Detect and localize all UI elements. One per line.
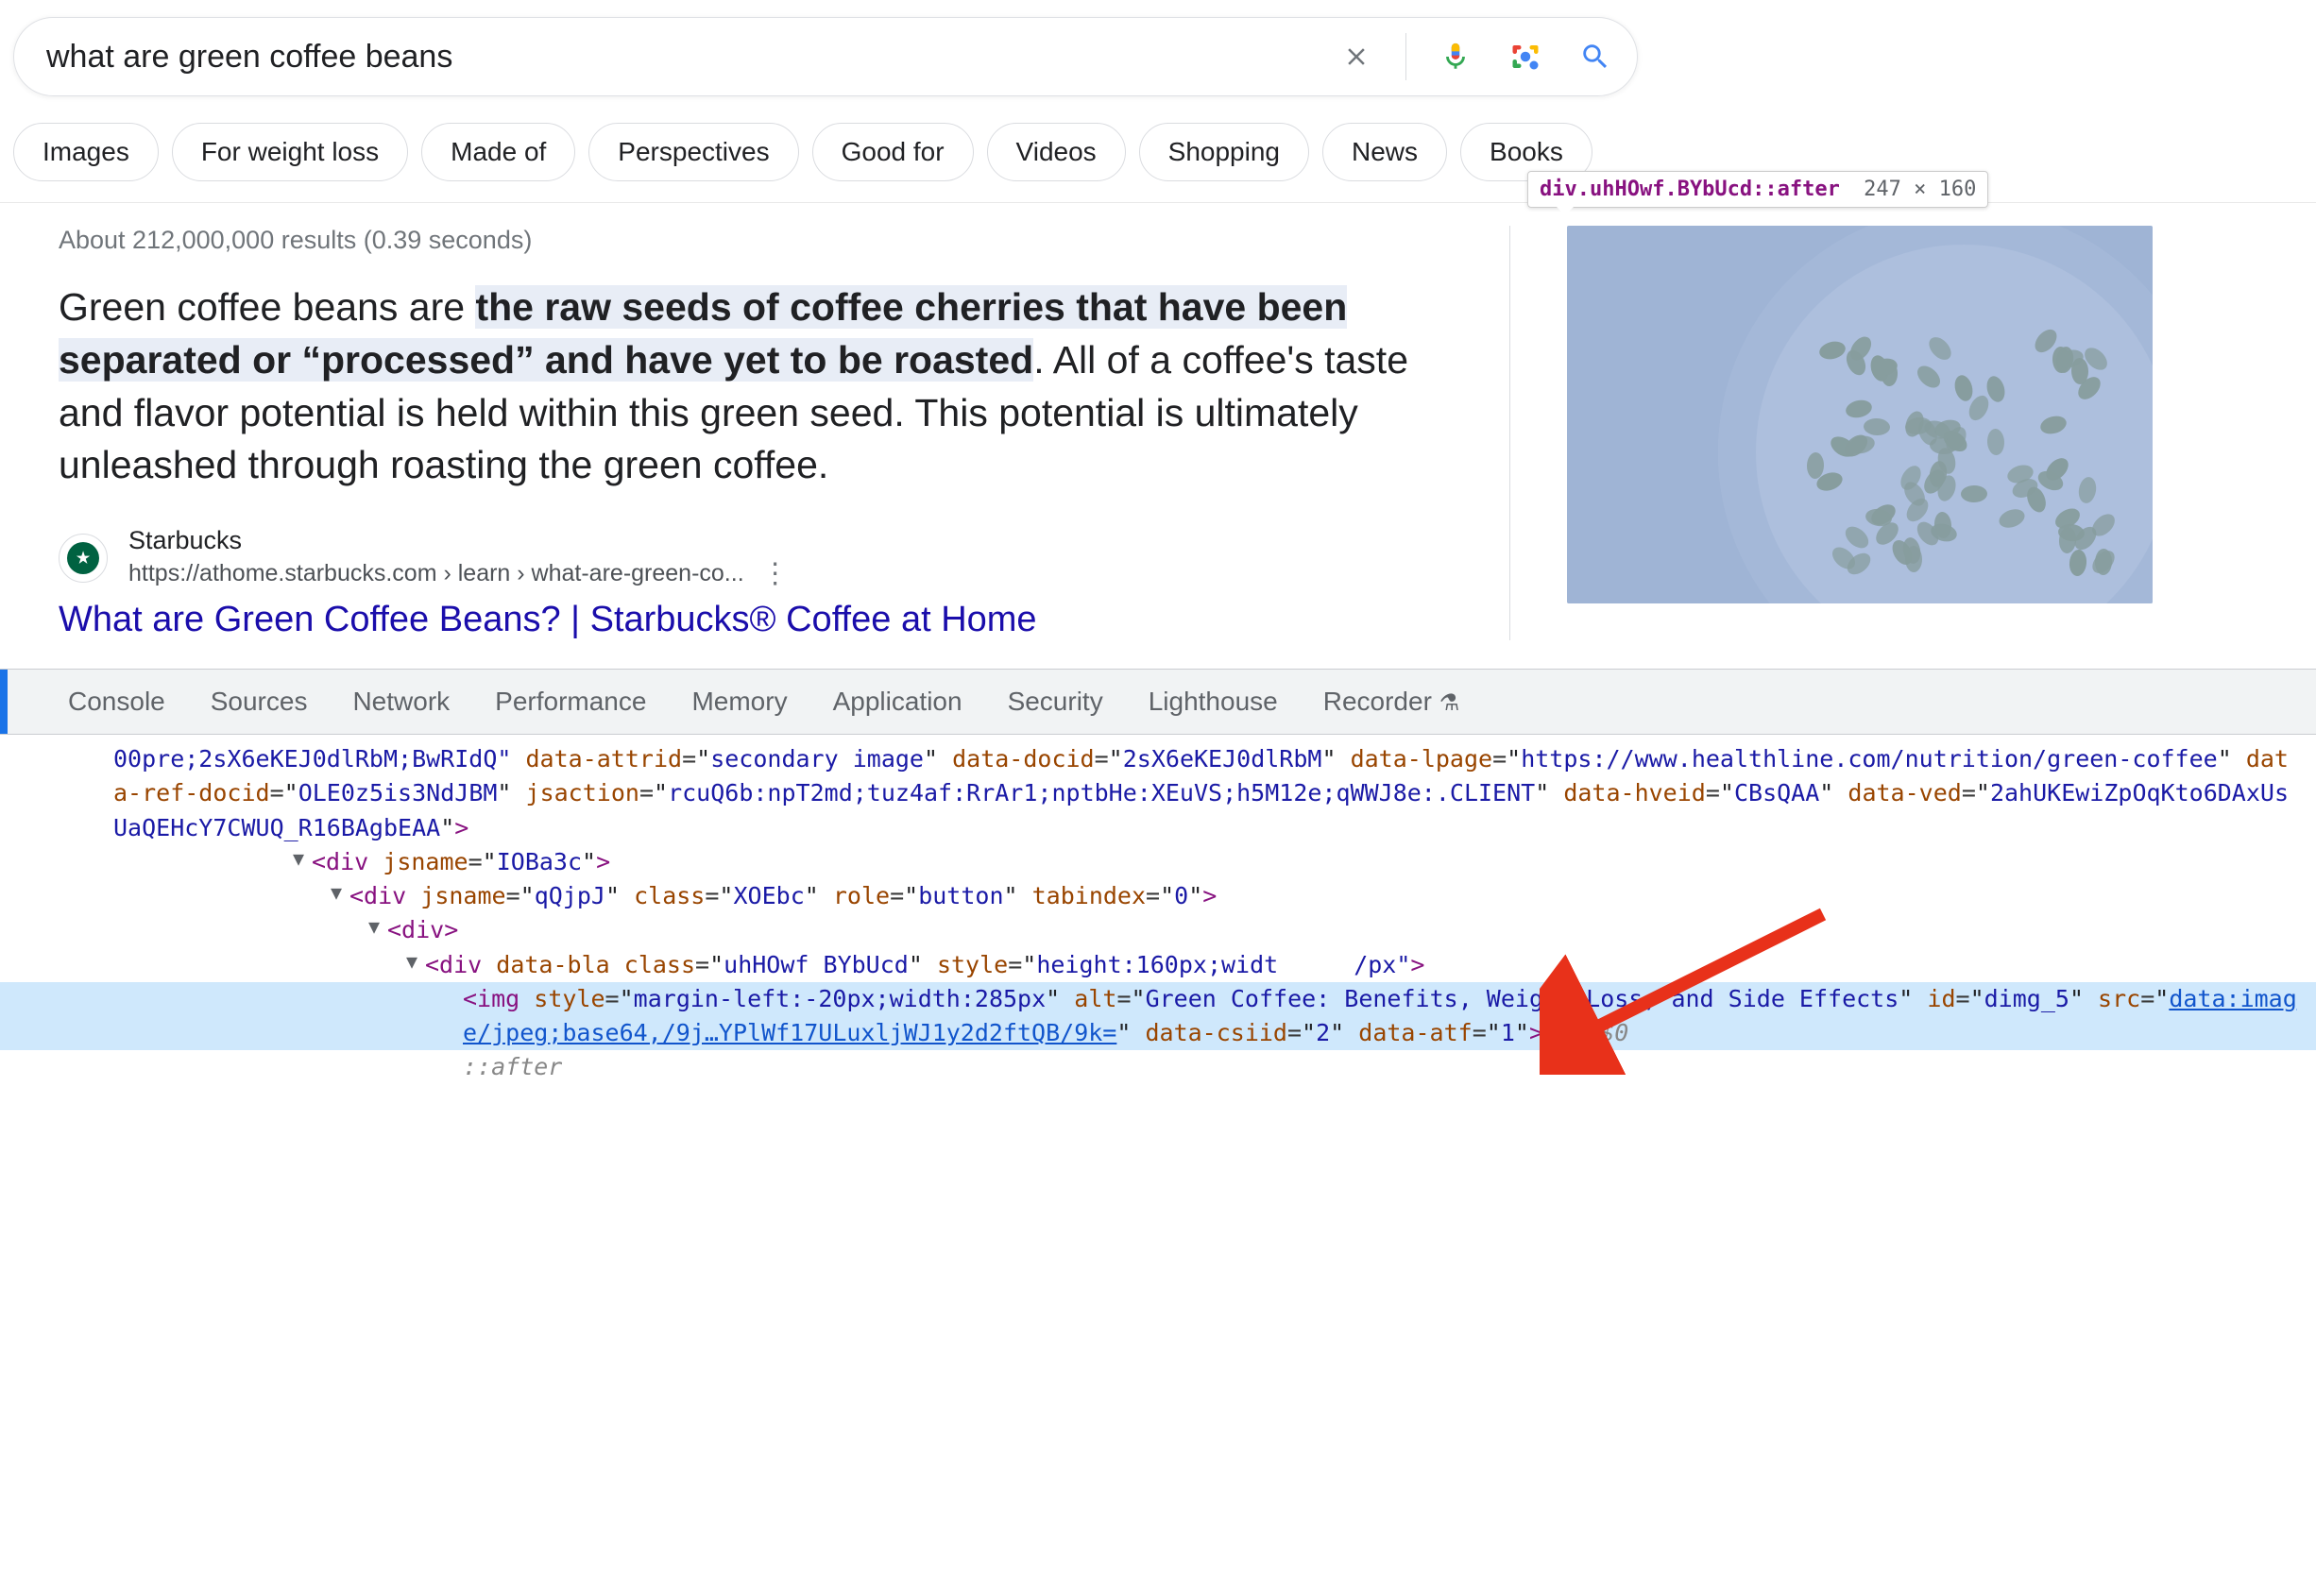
lens-icon[interactable] bbox=[1505, 36, 1546, 77]
devtools-elements-tree[interactable]: 00pre;2sX6eKEJ0dlRbM;BwRIdQ" data-attrid… bbox=[0, 735, 2316, 1104]
clear-icon[interactable] bbox=[1336, 36, 1377, 77]
tooltip-dimensions: 247 × 160 bbox=[1864, 178, 1976, 201]
tab-lighthouse[interactable]: Lighthouse bbox=[1149, 670, 1278, 734]
search-bar bbox=[13, 17, 1638, 96]
chip-good-for[interactable]: Good for bbox=[812, 123, 974, 181]
devtools-tabs: Console Sources Network Performance Memo… bbox=[0, 670, 2316, 735]
mic-icon[interactable] bbox=[1435, 36, 1476, 77]
devtools-panel: Console Sources Network Performance Memo… bbox=[0, 669, 2316, 1104]
chip-videos[interactable]: Videos bbox=[987, 123, 1126, 181]
chip-news[interactable]: News bbox=[1322, 123, 1447, 181]
code-line[interactable]: ▼<div jsname="qQjpJ" class="XOEbc" role=… bbox=[0, 879, 2316, 913]
knowledge-image[interactable] bbox=[1567, 226, 2153, 603]
tab-sources[interactable]: Sources bbox=[211, 670, 308, 734]
code-line[interactable]: ::after bbox=[0, 1050, 2316, 1084]
chip-images[interactable]: Images bbox=[13, 123, 159, 181]
snippet-prefix: Green coffee beans are bbox=[59, 285, 475, 329]
result-stats: About 212,000,000 results (0.39 seconds) bbox=[59, 226, 1456, 255]
code-line[interactable]: ▼<div jsname="IOBa3c"> bbox=[0, 845, 2316, 879]
beaker-icon: ⚗ bbox=[1439, 690, 1460, 716]
tab-network[interactable]: Network bbox=[352, 670, 450, 734]
favicon-icon: ★ bbox=[59, 534, 108, 583]
code-line[interactable]: ▼<div data-bla class="uhHOwf BYbUcd" sty… bbox=[0, 948, 2316, 982]
tooltip-selector: div.uhHOwf.BYbUcd::after bbox=[1540, 178, 1840, 201]
search-icon[interactable] bbox=[1575, 36, 1616, 77]
featured-snippet: Green coffee beans are the raw seeds of … bbox=[59, 281, 1456, 492]
source-url: https://athome.starbucks.com › learn › w… bbox=[128, 560, 744, 587]
more-icon[interactable]: ⋮ bbox=[754, 557, 797, 590]
chip-shopping[interactable]: Shopping bbox=[1139, 123, 1309, 181]
inspector-tooltip: div.uhHOwf.BYbUcd::after 247 × 160 bbox=[1527, 171, 1988, 208]
tab-security[interactable]: Security bbox=[1008, 670, 1103, 734]
code-line[interactable]: ▼<div> bbox=[0, 913, 2316, 947]
results-area: About 212,000,000 results (0.39 seconds)… bbox=[0, 203, 2316, 669]
tab-performance[interactable]: Performance bbox=[495, 670, 646, 734]
code-line[interactable]: 00pre;2sX6eKEJ0dlRbM;BwRIdQ" data-attrid… bbox=[0, 742, 2316, 845]
code-line-selected[interactable]: <img style="margin-left:-20px;width:285p… bbox=[0, 982, 2316, 1051]
source-name: Starbucks bbox=[128, 526, 797, 555]
search-input[interactable] bbox=[46, 39, 1336, 76]
separator bbox=[1405, 33, 1406, 80]
result-title-link[interactable]: What are Green Coffee Beans? | Starbucks… bbox=[59, 600, 1456, 640]
active-tab-indicator bbox=[0, 670, 8, 734]
chip-perspectives[interactable]: Perspectives bbox=[588, 123, 798, 181]
tab-memory[interactable]: Memory bbox=[691, 670, 787, 734]
tab-recorder[interactable]: Recorder ⚗ bbox=[1323, 670, 1459, 734]
tab-console[interactable]: Console bbox=[68, 670, 165, 734]
result-source: ★ Starbucks https://athome.starbucks.com… bbox=[59, 526, 1456, 590]
tab-application[interactable]: Application bbox=[833, 670, 962, 734]
chip-made-of[interactable]: Made of bbox=[421, 123, 575, 181]
chip-weight-loss[interactable]: For weight loss bbox=[172, 123, 408, 181]
